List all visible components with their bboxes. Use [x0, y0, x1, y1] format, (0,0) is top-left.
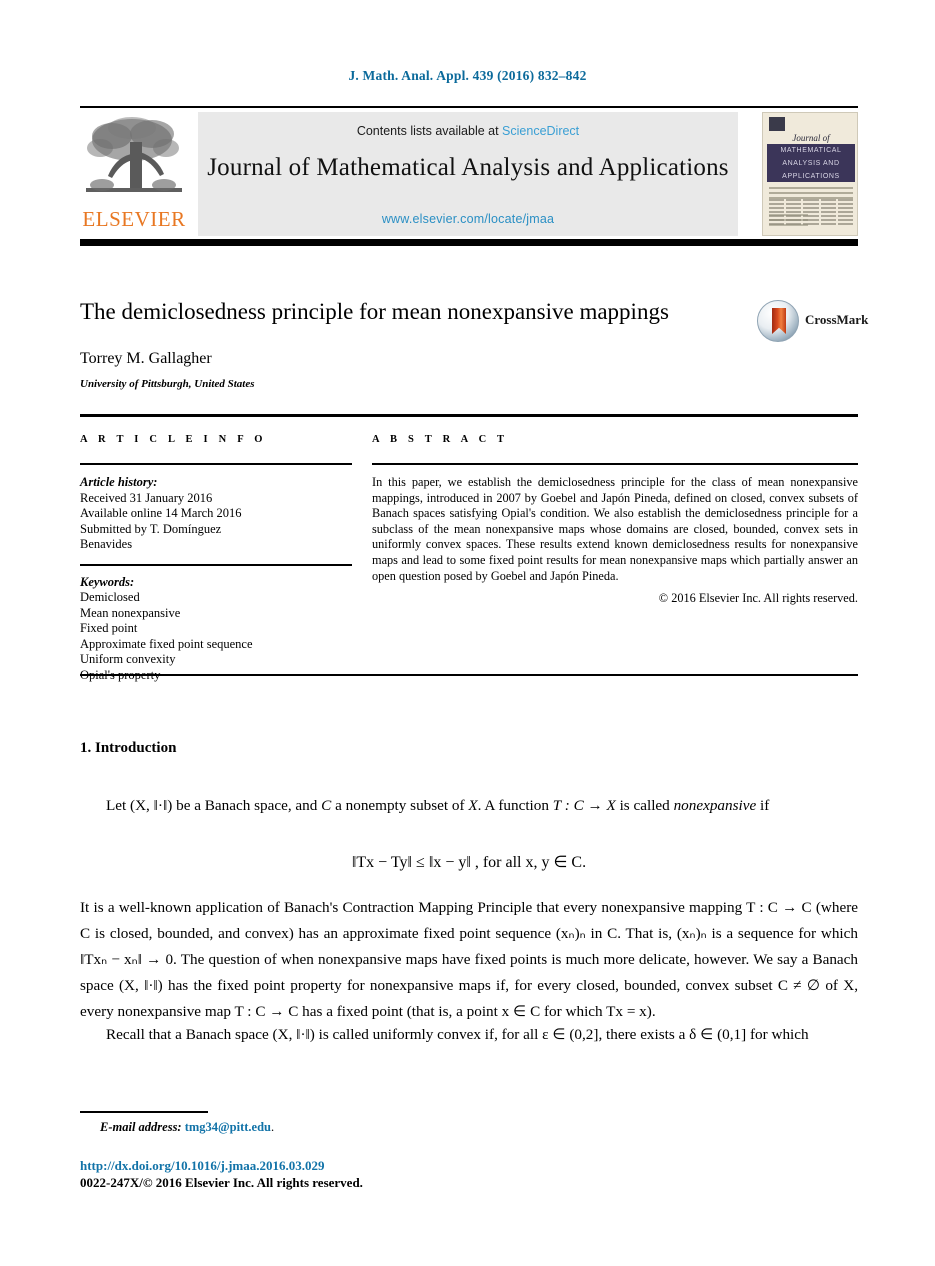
journal-homepage-link[interactable]: www.elsevier.com/locate/jmaa: [198, 212, 738, 226]
author-affiliation: University of Pittsburgh, United States: [80, 378, 255, 390]
keyword-item: Fixed point: [80, 621, 138, 635]
title-bottom-rule: [80, 414, 858, 417]
sciencedirect-link[interactable]: ScienceDirect: [502, 124, 579, 138]
article-info-rule: [80, 463, 352, 465]
history-line: Benavides: [80, 537, 133, 551]
keywords-rule: [80, 563, 352, 566]
elsevier-tree-icon: [86, 117, 182, 192]
crossmark-label: CrossMark: [805, 312, 869, 327]
p1-f: T : C → X: [552, 797, 616, 814]
header-bottom-bar: [80, 239, 858, 246]
abstract-heading: A B S T R A C T: [372, 434, 509, 445]
page-title: The demiclosedness principle for mean no…: [80, 299, 669, 324]
email-label: E-mail address:: [100, 1120, 182, 1134]
contents-lists-line: Contents lists available at ScienceDirec…: [198, 124, 738, 138]
keywords-label: Keywords:: [80, 574, 135, 589]
doi-link[interactable]: http://dx.doi.org/10.1016/j.jmaa.2016.03…: [80, 1158, 324, 1174]
cover-band-line-1: MATHEMATICAL: [780, 147, 842, 154]
contents-prefix: Contents lists available at: [356, 124, 503, 138]
issn-copyright-line: 0022-247X/© 2016 Elsevier Inc. All right…: [80, 1175, 363, 1190]
cover-footer-lines: [769, 214, 853, 229]
p1-c: a nonempty subset of: [331, 797, 469, 814]
p1-e: . A function: [477, 797, 553, 814]
history-line: Submitted by T. Domínguez: [80, 521, 222, 536]
cover-band-line-2: ANALYSIS AND: [782, 160, 840, 167]
p1-b: C: [321, 797, 332, 814]
elsevier-wordmark: ELSEVIER: [82, 207, 186, 231]
paper-page: J. Math. Anal. Appl. 439 (2016) 832–842: [0, 0, 935, 1266]
history-line: Received 31 January 2016: [80, 490, 213, 505]
author-name: Torrey M. Gallagher: [80, 350, 212, 367]
article-history-block: Article history: Received 31 January 201…: [80, 475, 352, 553]
article-info-heading: A R T I C L E I N F O: [80, 434, 267, 445]
display-equation-1: ‖Tx − Ty‖ ≤ ‖x − y‖ , for all x, y ∈ C.: [351, 854, 587, 871]
elsevier-logo: ELSEVIER: [80, 112, 188, 236]
journal-title: Journal of Mathematical Analysis and App…: [207, 154, 729, 181]
article-info-column: A R T I C L E I N F O Article history: R…: [80, 434, 352, 683]
body-paragraph-3: Recall that a Banach space (X, ‖·‖) is c…: [106, 1026, 809, 1043]
cover-band-line-3: APPLICATIONS: [782, 173, 840, 180]
header-top-rule: [80, 106, 858, 108]
abstract-text: In this paper, we establish the demiclos…: [372, 475, 858, 583]
journal-banner: Contents lists available at ScienceDirec…: [198, 112, 738, 236]
footnote-email-line: E-mail address: tmg34@pitt.edu.: [80, 1120, 274, 1135]
cover-elsevier-mark-icon: [769, 117, 785, 131]
keyword-item: Uniform convexity: [80, 652, 176, 666]
email-period: .: [271, 1120, 275, 1134]
p1-h: nonexpansive: [673, 797, 757, 814]
p1-d: X: [468, 797, 478, 814]
journal-cover-thumbnail: Journal of MATHEMATICAL ANALYSIS AND APP…: [762, 112, 858, 236]
cover-title-band: MATHEMATICAL ANALYSIS AND APPLICATIONS: [767, 144, 855, 182]
journal-header: ELSEVIER Contents lists available at Sci…: [80, 106, 858, 246]
crossmark-badge[interactable]: CrossMark: [757, 300, 869, 342]
body-paragraph-2: It is a well-known application of Banach…: [80, 899, 858, 1020]
history-line: Available online 14 March 2016: [80, 506, 242, 520]
p1-g: is called: [615, 797, 674, 814]
footnote-rule: [80, 1111, 208, 1113]
keywords-block: Keywords: Demiclosed Mean nonexpansive F…: [80, 575, 352, 684]
cover-journal-word: Journal of: [792, 133, 830, 143]
article-history-label: Article history:: [80, 475, 158, 489]
abstract-copyright: © 2016 Elsevier Inc. All rights reserved…: [658, 591, 858, 606]
email-link[interactable]: tmg34@pitt.edu: [185, 1120, 271, 1134]
section-heading-introduction: 1. Introduction: [80, 740, 177, 756]
body-paragraph-1: Let (X, ‖·‖) be a Banach space, and C a …: [80, 793, 858, 819]
abstract-rule: [372, 463, 858, 465]
keyword-item: Mean nonexpansive: [80, 605, 181, 620]
keyword-item: Demiclosed: [80, 590, 140, 604]
keyword-item: Approximate fixed point sequence: [80, 636, 253, 651]
p1-i: if: [756, 797, 770, 814]
abstract-bottom-rule: [80, 674, 858, 676]
crossmark-circle-icon: [757, 300, 799, 342]
running-head: J. Math. Anal. Appl. 439 (2016) 832–842: [348, 68, 587, 83]
p1-a: Let (X, ‖·‖) be a Banach space, and: [106, 797, 322, 814]
crossmark-ribbon-icon: [772, 308, 786, 334]
abstract-column: A B S T R A C T In this paper, we establ…: [372, 434, 858, 606]
